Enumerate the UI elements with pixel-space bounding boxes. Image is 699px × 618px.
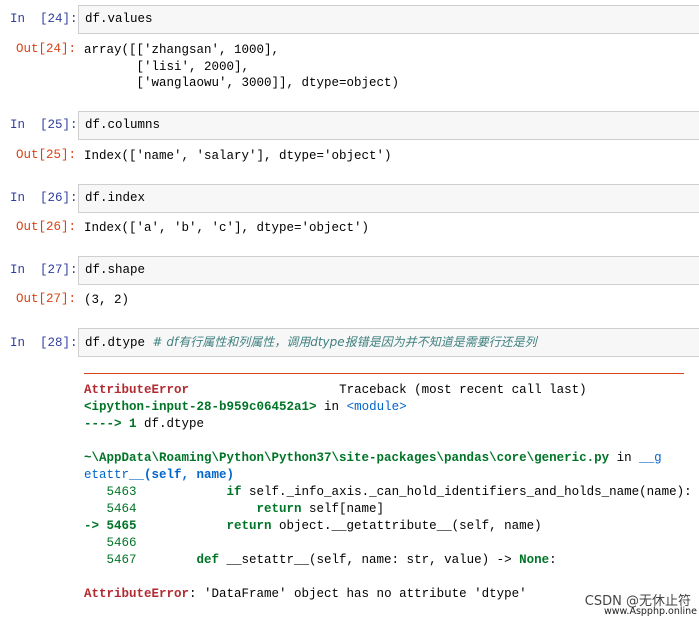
func-signature: (self, name) bbox=[144, 468, 235, 482]
source-line-5463: 5463 if self._info_axis._can_hold_identi… bbox=[84, 484, 692, 501]
traceback-arrow-line: ----> 1 df.dtype bbox=[84, 416, 692, 433]
source-code: object.__getattribute__(self, name) bbox=[271, 519, 542, 533]
in-word: in bbox=[609, 451, 640, 465]
error-divider bbox=[84, 373, 684, 374]
traceback: AttributeError Traceback (most recent ca… bbox=[84, 382, 692, 603]
error-name: AttributeError bbox=[84, 383, 190, 397]
code-text: df.shape bbox=[85, 263, 146, 277]
line-number: 5463 bbox=[84, 485, 137, 499]
final-error-message: : 'DataFrame' object has no attribute 'd… bbox=[189, 587, 527, 601]
code-text: df.values bbox=[85, 12, 153, 26]
out-prompt-27: Out[27]: bbox=[16, 292, 77, 306]
code-cell-28[interactable]: df.dtype # df有行属性和列属性，调用dtype报错是因为并不知道是需… bbox=[78, 328, 699, 357]
line-number: 5464 bbox=[84, 502, 137, 516]
code-comment: # df有行属性和列属性，调用dtype报错是因为并不知道是需要行还是列 bbox=[152, 335, 537, 349]
file-path: ~\AppData\Roaming\Python\Python37\site-p… bbox=[84, 451, 610, 465]
input-ref: <ipython-input-28-b959c06452a1> bbox=[84, 400, 317, 414]
output-line: Index(['a', 'b', 'c'], dtype='object') bbox=[84, 221, 370, 235]
traceback-header: AttributeError Traceback (most recent ca… bbox=[84, 382, 692, 399]
in-prompt-27: In [27]: bbox=[10, 263, 78, 277]
line-number-current: -> 5465 bbox=[84, 519, 137, 533]
out-prompt-26: Out[26]: bbox=[16, 220, 77, 234]
func-name-part: __g bbox=[639, 451, 662, 465]
in-prompt-24: In [24]: bbox=[10, 12, 78, 26]
output-27: (3, 2) bbox=[84, 292, 129, 309]
traceback-title: Traceback (most recent call last) bbox=[339, 383, 587, 397]
in-prompt-28: In [28]: bbox=[10, 336, 78, 350]
output-line: (3, 2) bbox=[84, 293, 130, 307]
code-cell-26[interactable]: df.index bbox=[78, 184, 699, 213]
source-line-5466: 5466 bbox=[84, 535, 692, 552]
output-line: ['lisi', 2000], bbox=[84, 59, 250, 74]
out-prompt-25: Out[25]: bbox=[16, 148, 77, 162]
line-number: 5467 bbox=[84, 553, 137, 567]
output-line: ['wanglaowu', 3000]], dtype=object) bbox=[84, 76, 400, 90]
line-number: 5466 bbox=[84, 536, 137, 550]
source-code: self._info_axis._can_hold_identifiers_an… bbox=[241, 485, 692, 499]
arrow-code: df.dtype bbox=[144, 417, 205, 431]
in-prompt-26: In [26]: bbox=[10, 191, 78, 205]
source-code: __setattr__(self, name: str, value) -> bbox=[219, 553, 520, 567]
source-code: : bbox=[549, 553, 557, 567]
source-line-5464: 5464 return self[name] bbox=[84, 501, 692, 518]
code-cell-24[interactable]: df.values bbox=[78, 5, 699, 34]
output-24: array([['zhangsan', 1000], ['lisi', 2000… bbox=[84, 42, 399, 92]
func-name-part: etattr__ bbox=[84, 468, 145, 482]
code-text: df.columns bbox=[85, 118, 161, 132]
output-line: array([['zhangsan', 1000], bbox=[84, 43, 280, 57]
keyword: return bbox=[136, 519, 272, 533]
out-prompt-24: Out[24]: bbox=[16, 42, 77, 56]
output-26: Index(['a', 'b', 'c'], dtype='object') bbox=[84, 220, 369, 237]
code-cell-27[interactable]: df.shape bbox=[78, 256, 699, 285]
keyword: def bbox=[136, 553, 220, 567]
final-error-name: AttributeError bbox=[84, 587, 190, 601]
output-25: Index(['name', 'salary'], dtype='object'… bbox=[84, 148, 392, 165]
source-line-5465: -> 5465 return object.__getattribute__(s… bbox=[84, 518, 692, 535]
traceback-func-line: etattr__(self, name) bbox=[84, 467, 692, 484]
code-cell-25[interactable]: df.columns bbox=[78, 111, 699, 140]
traceback-file-line: ~\AppData\Roaming\Python\Python37\site-p… bbox=[84, 450, 692, 467]
code-text: df.index bbox=[85, 191, 146, 205]
code-text: df.dtype bbox=[85, 336, 153, 350]
output-line: Index(['name', 'salary'], dtype='object'… bbox=[84, 149, 392, 163]
watermark-site: www.Aspphp.online bbox=[603, 606, 697, 617]
keyword: if bbox=[136, 485, 242, 499]
keyword: return bbox=[136, 502, 302, 516]
arrow-marker: ----> 1 bbox=[84, 417, 145, 431]
none-keyword: None bbox=[519, 553, 550, 567]
source-code: self[name] bbox=[301, 502, 385, 516]
in-prompt-25: In [25]: bbox=[10, 118, 78, 132]
in-word: in bbox=[316, 400, 347, 414]
module-name: <module> bbox=[346, 400, 407, 414]
source-line-5467: 5467 def __setattr__(self, name: str, va… bbox=[84, 552, 692, 569]
traceback-input-ref: <ipython-input-28-b959c06452a1> in <modu… bbox=[84, 399, 692, 416]
